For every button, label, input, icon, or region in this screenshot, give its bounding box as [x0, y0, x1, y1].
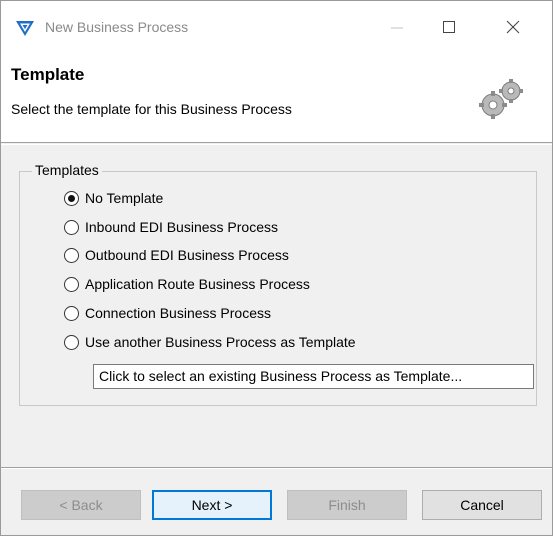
radio-label: Application Route Business Process — [85, 276, 310, 292]
radio-button[interactable] — [64, 276, 79, 292]
title-bar: New Business Process — [1, 1, 552, 55]
minimize-button[interactable] — [377, 11, 417, 43]
maximize-icon — [443, 21, 455, 33]
templates-legend: Templates — [32, 162, 102, 178]
radio-button[interactable] — [64, 334, 79, 350]
radio-connection[interactable]: Connection Business Process — [64, 302, 271, 324]
radio-label: No Template — [85, 190, 164, 206]
radio-label: Connection Business Process — [85, 305, 271, 321]
app-logo-icon — [15, 18, 35, 38]
cancel-button[interactable]: Cancel — [422, 490, 542, 520]
radio-button[interactable] — [64, 305, 79, 321]
window-title: New Business Process — [45, 19, 189, 35]
finish-button[interactable]: Finish — [287, 490, 407, 520]
page-description: Select the template for this Business Pr… — [11, 101, 292, 117]
dialog-window: New Business Process Template Select the… — [0, 0, 553, 536]
radio-label: Use another Business Process as Template — [85, 334, 356, 350]
radio-application-route[interactable]: Application Route Business Process — [64, 273, 310, 295]
header-separator — [1, 144, 552, 145]
radio-button-checked[interactable] — [64, 190, 79, 206]
radio-button[interactable] — [64, 219, 79, 235]
page-title: Template — [11, 65, 85, 84]
minimize-icon — [391, 27, 403, 29]
radio-use-another[interactable]: Use another Business Process as Template — [64, 331, 356, 353]
gears-icon — [471, 73, 531, 125]
radio-no-template[interactable]: No Template — [64, 187, 163, 209]
radio-button[interactable] — [64, 247, 79, 263]
close-button[interactable] — [493, 11, 533, 43]
back-button[interactable]: < Back — [21, 490, 141, 520]
radio-label: Outbound EDI Business Process — [85, 247, 289, 263]
wizard-header: Template Select the template for this Bu… — [1, 55, 552, 143]
radio-outbound-edi[interactable]: Outbound EDI Business Process — [64, 244, 289, 266]
radio-inbound-edi[interactable]: Inbound EDI Business Process — [64, 216, 278, 238]
footer-separator-highlight — [1, 468, 552, 469]
next-button[interactable]: Next > — [152, 490, 272, 520]
maximize-button[interactable] — [429, 11, 469, 43]
close-icon — [506, 20, 520, 34]
template-select-field[interactable]: Click to select an existing Business Pro… — [93, 364, 534, 389]
radio-label: Inbound EDI Business Process — [85, 219, 278, 235]
